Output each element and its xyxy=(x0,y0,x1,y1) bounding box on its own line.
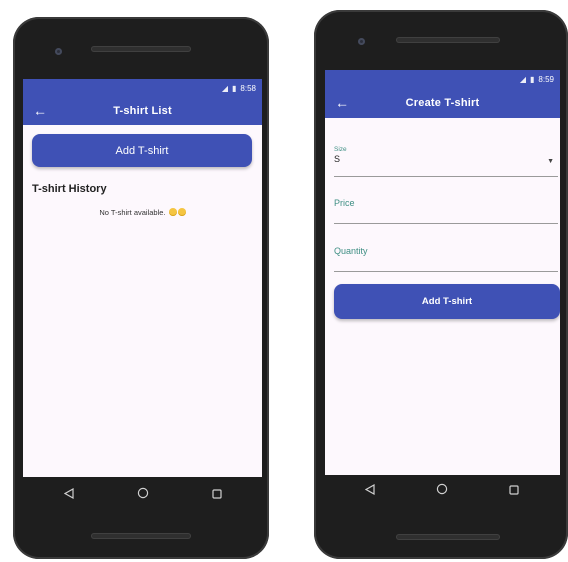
add-tshirt-button-label: Add T-shirt xyxy=(421,296,473,307)
history-heading: T-shirt History xyxy=(32,183,107,195)
quantity-input[interactable]: Quantity xyxy=(334,240,558,272)
empty-state-message: No T-shirt available. xyxy=(23,208,262,217)
page-title: Create T-shirt xyxy=(405,97,480,109)
sad-face-icon xyxy=(168,208,177,216)
add-tshirt-button-label: Add T-shirt xyxy=(115,144,169,157)
caret-down-icon[interactable]: ▼ xyxy=(547,158,554,165)
quantity-label: Quantity xyxy=(334,246,368,256)
price-label: Price xyxy=(334,198,355,208)
app-bar: ← T-shirt List xyxy=(23,97,262,125)
app-bar: ← Create T-shirt xyxy=(325,88,560,118)
size-dropdown[interactable]: Size S ▼ xyxy=(334,144,558,177)
page-title: T-shirt List xyxy=(113,105,172,117)
bottom-speaker-grille xyxy=(396,534,500,540)
add-tshirt-button[interactable]: Add T-shirt xyxy=(32,134,252,167)
phone-left: ◢ ▮ 8:58 ← T-shirt List Add T-shirt T-sh… xyxy=(13,17,269,559)
nav-home-icon[interactable] xyxy=(137,486,149,504)
system-nav-bar xyxy=(334,476,550,506)
status-bar: ◢ ▮ 8:58 xyxy=(23,79,262,97)
arrow-left-icon[interactable]: ← xyxy=(335,95,349,109)
front-camera xyxy=(55,48,62,55)
size-value: S xyxy=(334,154,341,164)
nav-recents-icon[interactable] xyxy=(212,486,222,504)
speaker-grille xyxy=(396,37,500,43)
bottom-speaker-grille xyxy=(91,533,191,539)
nav-back-icon[interactable] xyxy=(64,486,74,504)
signal-icon: ◢ xyxy=(221,83,229,93)
battery-icon: ▮ xyxy=(530,74,535,84)
status-bar: ◢ ▮ 8:59 xyxy=(325,70,560,88)
add-tshirt-button[interactable]: Add T-shirt xyxy=(334,284,560,319)
create-tshirt-screen: ◢ ▮ 8:59 ← Create T-shirt Size S ▼ Price… xyxy=(325,70,560,475)
status-time: 8:58 xyxy=(240,83,256,93)
speaker-grille xyxy=(91,46,191,52)
tshirt-list-screen: ◢ ▮ 8:58 ← T-shirt List Add T-shirt T-sh… xyxy=(23,79,262,477)
system-nav-bar xyxy=(33,480,253,510)
empty-state-text: No T-shirt available. xyxy=(99,208,166,217)
size-label: Size xyxy=(334,146,347,153)
nav-back-icon[interactable] xyxy=(364,482,375,500)
phone-right: ◢ ▮ 8:59 ← Create T-shirt Size S ▼ Price… xyxy=(314,10,568,559)
arrow-left-icon[interactable]: ← xyxy=(33,103,47,117)
battery-icon: ▮ xyxy=(232,83,237,93)
price-input[interactable]: Price xyxy=(334,192,558,224)
signal-icon: ◢ xyxy=(519,74,527,84)
nav-home-icon[interactable] xyxy=(436,482,448,500)
nav-recents-icon[interactable] xyxy=(509,482,519,500)
sad-face-icon xyxy=(177,208,186,216)
front-camera xyxy=(358,38,365,45)
status-time: 8:59 xyxy=(538,74,554,84)
